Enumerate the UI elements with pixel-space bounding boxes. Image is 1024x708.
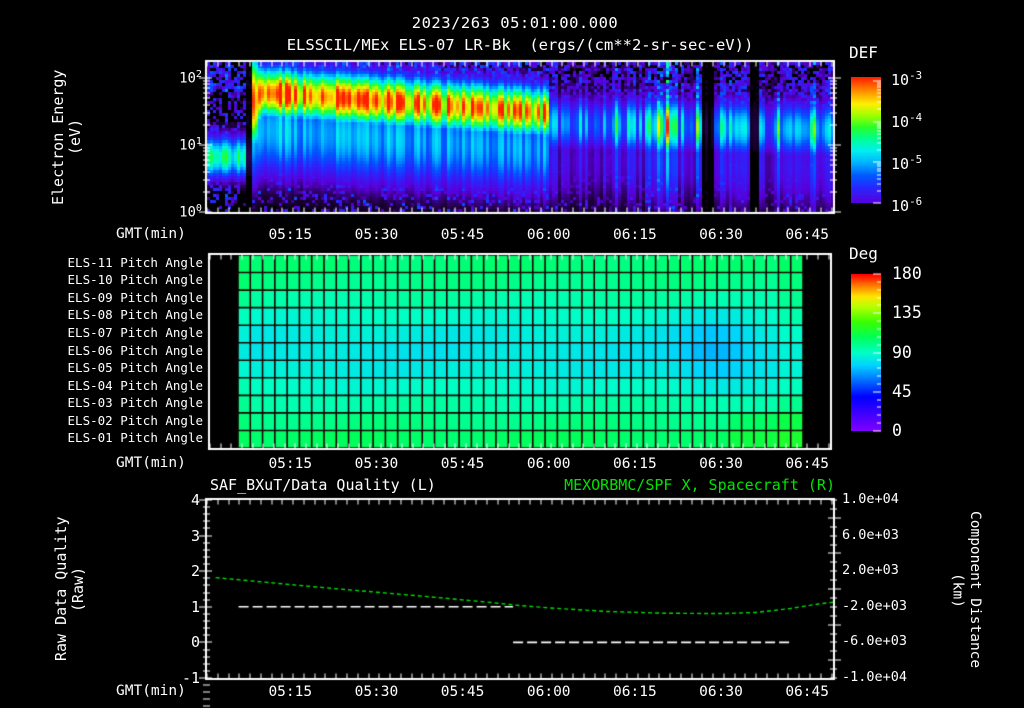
- distance-tick-label: -6.0e+03: [842, 633, 908, 650]
- middle-gmt-label: GMT(min): [116, 455, 186, 471]
- plot-subtitle: ELSSCIL/MEx ELS-07 LR-Bk (ergs/(cm**2-sr…: [286, 36, 754, 54]
- deg-colorbar-title: Deg: [849, 244, 878, 263]
- def-colorbar-title: DEF: [849, 43, 878, 62]
- time-tick-label: 05:15: [268, 227, 313, 243]
- pitch-row-label: ELS-08 Pitch Angle: [67, 307, 203, 323]
- raw-quality-tick-label: 4: [190, 491, 200, 509]
- pitch-row-label: ELS-09 Pitch Angle: [67, 289, 203, 305]
- top-y-axis-label-line2: (eV): [66, 118, 85, 156]
- pitch-row-label: ELS-07 Pitch Angle: [67, 324, 203, 340]
- deg-colorbar: [851, 274, 881, 431]
- time-tick-label: 06:15: [613, 456, 657, 472]
- time-tick-label: 05:15: [268, 456, 313, 472]
- pitch-row-label: ELS-06 Pitch Angle: [67, 342, 203, 358]
- electron-energy-spectrogram: [207, 62, 833, 212]
- energy-tick-label: 100: [179, 203, 202, 221]
- raw-quality-tick-label: 2: [190, 562, 200, 581]
- quality-spacecraft-line-plot: [207, 500, 833, 678]
- raw-quality-tick-label: -1: [181, 669, 200, 687]
- energy-tick-label: 102: [179, 69, 202, 87]
- time-tick-label: 06:30: [699, 456, 743, 472]
- raw-quality-tick-label: 3: [190, 526, 200, 545]
- time-tick-label: 06:00: [526, 456, 571, 472]
- time-tick-label: 06:00: [526, 227, 571, 243]
- top-gmt-label: GMT(min): [116, 226, 186, 242]
- def-colorbar: [851, 77, 881, 203]
- time-tick-label: 06:00: [526, 684, 571, 700]
- bottom-y-left-label: Raw Data Quality (Raw): [52, 498, 88, 680]
- pitch-row-label: ELS-02 Pitch Angle: [67, 412, 203, 428]
- time-tick-label: 06:15: [613, 684, 657, 700]
- def-tick-label: 10-3: [891, 69, 923, 89]
- distance-tick-label: 1.0e+04: [842, 491, 899, 507]
- distance-tick-label: 6.0e+03: [842, 526, 899, 543]
- bottom-title-left: SAF_BXuT/Data Quality (L): [210, 476, 436, 494]
- pitch-angle-grid: [210, 255, 830, 448]
- energy-tick-label: 101: [179, 136, 202, 154]
- raw-quality-tick-label: 1: [190, 597, 200, 616]
- top-time-axis-labels: 05:15 05:30 05:45 06:00 06:15 06:30 06:45: [207, 227, 833, 245]
- time-tick-label: 06:30: [699, 684, 743, 700]
- deg-tick-label: 135: [892, 303, 922, 323]
- time-tick-label: 05:15: [268, 684, 313, 700]
- bottom-y-right-label-line2: (km): [949, 572, 966, 608]
- pitch-row-label: ELS-04 Pitch Angle: [67, 377, 203, 393]
- bottom-y-right-label: Component Distance (km): [948, 497, 983, 683]
- time-tick-label: 05:30: [354, 227, 399, 243]
- time-tick-label: 05:45: [440, 684, 485, 700]
- pitch-row-label: ELS-01 Pitch Angle: [67, 430, 203, 446]
- bottom-time-axis-labels: 05:15 05:30 05:45 06:00 06:15 06:30 06:45: [207, 684, 833, 702]
- def-tick-label: 10-6: [891, 195, 923, 215]
- time-tick-label: 05:45: [440, 227, 485, 243]
- time-tick-label: 05:45: [440, 456, 485, 472]
- bottom-title-right: MEXORBMC/SPF X, Spacecraft (R): [564, 476, 835, 494]
- deg-tick-label: 45: [892, 381, 912, 401]
- pitch-row-label: ELS-05 Pitch Angle: [67, 360, 203, 376]
- deg-tick-label: 180: [892, 264, 922, 283]
- bottom-y-right-label-line1: Component Distance: [966, 511, 983, 669]
- time-tick-label: 05:30: [354, 456, 399, 472]
- distance-tick-label: -1.0e+04: [842, 669, 908, 685]
- time-tick-label: 06:30: [699, 227, 743, 243]
- distance-tick-label: 2.0e+03: [842, 562, 899, 579]
- top-y-axis-label: Electron Energy (eV): [49, 60, 85, 214]
- time-tick-label: 06:45: [785, 684, 829, 700]
- pitch-row-label: ELS-03 Pitch Angle: [67, 395, 203, 411]
- bottom-y-left-label-line1: Raw Data Quality: [52, 516, 70, 662]
- time-tick-label: 06:45: [785, 456, 829, 472]
- pitch-row-label: ELS-11 Pitch Angle: [67, 254, 203, 270]
- science-plot-screen: 2023/263 05:01:00.000 ELSSCIL/MEx ELS-07…: [0, 0, 1024, 708]
- page-title: 2023/263 05:01:00.000: [411, 14, 619, 32]
- pitch-row-label: ELS-10 Pitch Angle: [67, 272, 203, 288]
- time-tick-label: 06:45: [785, 227, 829, 243]
- deg-tick-label: 0: [892, 421, 902, 440]
- distance-tick-label: -2.0e+03: [842, 597, 908, 614]
- bottom-y-left-label-line2: (Raw): [69, 566, 88, 612]
- middle-time-axis-labels: 05:15 05:30 05:45 06:00 06:15 06:30 06:45: [207, 456, 833, 474]
- time-tick-label: 05:30: [354, 684, 399, 700]
- time-tick-label: 06:15: [613, 227, 657, 243]
- raw-quality-tick-label: 0: [190, 633, 200, 652]
- deg-tick-label: 90: [892, 342, 912, 362]
- def-tick-label: 10-4: [891, 111, 923, 131]
- top-y-axis-label-line1: Electron Energy: [49, 69, 67, 205]
- def-tick-label: 10-5: [891, 153, 923, 173]
